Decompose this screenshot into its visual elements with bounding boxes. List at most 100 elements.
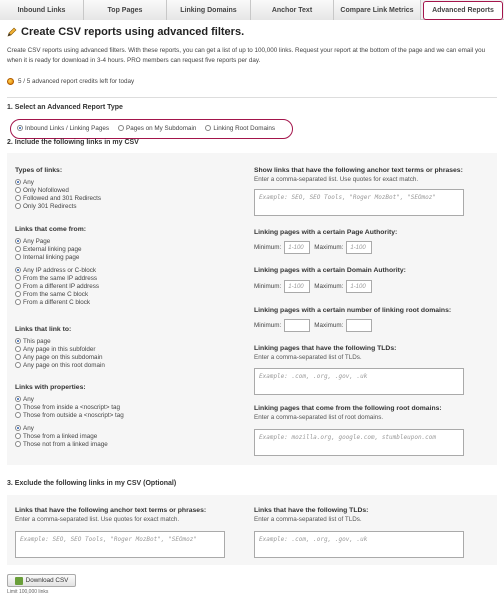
radio-icon[interactable]	[118, 125, 125, 132]
filter-title: Links that have the following TLDs:	[254, 507, 369, 514]
radio-icon[interactable]	[15, 187, 21, 194]
download-csv-button[interactable]: Download CSV	[7, 574, 76, 587]
option-internal[interactable]: Internal linking page	[15, 254, 225, 262]
radio-icon[interactable]	[15, 404, 21, 411]
radio-icon[interactable]	[15, 203, 21, 210]
da-max-input[interactable]: 1-100	[346, 280, 373, 293]
option-same-ip[interactable]: From the same IP address	[15, 275, 225, 283]
anchor-text-input[interactable]: Example: SEO, SEO Tools, "Roger MozBot",…	[254, 189, 464, 216]
links-to-group: Links that link to: This page Any page i…	[15, 326, 225, 370]
radio-icon[interactable]	[15, 346, 21, 353]
option-any[interactable]: Any	[15, 179, 225, 187]
option-external[interactable]: External linking page	[15, 246, 225, 254]
filter-hint: Enter a comma-separated list of TLDs.	[254, 516, 362, 523]
radio-icon[interactable]	[15, 179, 21, 186]
radio-icon[interactable]	[15, 267, 21, 274]
radio-icon[interactable]	[15, 338, 21, 345]
radio-icon[interactable]	[15, 299, 21, 306]
radio-icon[interactable]	[15, 238, 21, 245]
radio-icon[interactable]	[15, 246, 21, 253]
domain-authority-filter: Linking pages with a certain Domain Auth…	[254, 267, 469, 274]
option-subfolder[interactable]: Any page in this subfolder	[15, 346, 225, 354]
tlds-filter: Linking pages that have the following TL…	[254, 345, 469, 361]
option-only-301[interactable]: Only 301 Redirects	[15, 203, 225, 211]
page-title: Create CSV reports using advanced filter…	[7, 26, 497, 38]
option-different-cblock[interactable]: From a different C block	[15, 299, 225, 307]
radio-icon[interactable]	[15, 362, 21, 369]
tlds-input[interactable]: Example: .com, .org, .gov, .uk	[254, 368, 464, 395]
filter-hint: Enter a comma-separated list of TLDs.	[254, 354, 362, 361]
tab-anchor-text[interactable]: Anchor Text	[251, 0, 334, 20]
filter-hint: Enter a comma-separated list of root dom…	[254, 414, 384, 421]
option-same-cblock[interactable]: From the same C block	[15, 291, 225, 299]
divider	[7, 97, 497, 98]
tab-advanced-reports[interactable]: Advanced Reports	[423, 1, 503, 20]
section-2-title: 2. Include the following links in my CSV	[7, 139, 139, 146]
filter-title: Linking pages with a certain Domain Auth…	[254, 267, 406, 274]
group-title: Links that link to:	[15, 326, 72, 333]
radio-icon[interactable]	[205, 125, 212, 132]
filter-title: Linking pages with a certain number of l…	[254, 307, 452, 314]
filter-hint: Enter a comma-separated list. Use quotes…	[15, 516, 180, 523]
root-domains-input[interactable]: Example: mozilla.org, google.com, stumbl…	[254, 429, 464, 456]
option-only-nofollowed[interactable]: Only Nofollowed	[15, 187, 225, 195]
option-different-ip[interactable]: From a different IP address	[15, 283, 225, 291]
exclude-tlds-input[interactable]: Example: .com, .org, .gov, .uk	[254, 531, 464, 558]
radio-icon[interactable]	[15, 354, 21, 361]
download-csv-label: Download CSV	[25, 577, 69, 584]
links-properties-group: Links with properties: Any Those from in…	[15, 384, 225, 449]
exclude-tlds-filter: Links that have the following TLDs: Ente…	[254, 507, 469, 523]
tab-top-pages[interactable]: Top Pages	[84, 0, 167, 20]
radio-icon[interactable]	[15, 396, 21, 403]
section-3-title: 3. Exclude the following links in my CSV…	[7, 480, 177, 487]
report-type-subdomain-pages[interactable]: Pages on My Subdomain	[118, 125, 196, 133]
exclude-anchor-input[interactable]: Example: SEO, SEO Tools, "Roger MozBot",…	[15, 531, 225, 558]
option-any-noscript[interactable]: Any	[15, 396, 225, 404]
lrd-min-input[interactable]	[284, 319, 311, 332]
da-min-input[interactable]: 1-100	[284, 280, 311, 293]
radio-icon[interactable]	[17, 125, 23, 132]
radio-icon[interactable]	[15, 283, 21, 290]
domain-authority-range: Minimum: 1-100 Maximum: 1-100	[254, 280, 376, 293]
report-type-options: Inbound Links / Linking Pages Pages on M…	[10, 119, 293, 139]
option-any-page[interactable]: Any Page	[15, 238, 225, 246]
option-this-page[interactable]: This page	[15, 338, 225, 346]
radio-icon[interactable]	[15, 441, 21, 448]
option-root-domain[interactable]: Any page on this root domain	[15, 362, 225, 370]
radio-icon[interactable]	[15, 291, 21, 298]
pa-max-input[interactable]: 1-100	[346, 241, 373, 254]
tab-linking-domains[interactable]: Linking Domains	[167, 0, 251, 20]
option-not-linked-image[interactable]: Those not from a linked image	[15, 441, 225, 449]
radio-icon[interactable]	[15, 425, 21, 432]
group-title: Links that come from:	[15, 226, 86, 233]
report-type-linking-root-domains[interactable]: Linking Root Domains	[205, 125, 275, 133]
radio-icon[interactable]	[15, 195, 21, 202]
option-outside-noscript[interactable]: Those from outside a <noscript> tag	[15, 412, 225, 420]
exclude-anchor-filter: Links that have the following anchor tex…	[15, 507, 240, 523]
pa-min-input[interactable]: 1-100	[284, 241, 311, 254]
radio-icon[interactable]	[15, 412, 21, 419]
option-any-ip[interactable]: Any IP address or C-block	[15, 267, 225, 275]
coin-icon	[7, 78, 14, 85]
radio-icon[interactable]	[15, 433, 21, 440]
radio-icon[interactable]	[15, 275, 21, 282]
option-any-image[interactable]: Any	[15, 425, 225, 433]
anchor-text-filter: Show links that have the following ancho…	[254, 167, 469, 183]
report-type-inbound-links[interactable]: Inbound Links / Linking Pages	[17, 125, 109, 133]
filter-hint: Enter a comma-separated list. Use quotes…	[254, 176, 419, 183]
option-linked-image[interactable]: Those from a linked image	[15, 433, 225, 441]
option-followed-301[interactable]: Followed and 301 Redirects	[15, 195, 225, 203]
option-subdomain[interactable]: Any page on this subdomain	[15, 354, 225, 362]
tab-compare-link-metrics[interactable]: Compare Link Metrics	[334, 0, 421, 20]
section-1-title: 1. Select an Advanced Report Type	[7, 104, 123, 111]
group-title: Types of links:	[15, 167, 63, 174]
filter-title: Links that have the following anchor tex…	[15, 507, 207, 514]
page-title-text: Create CSV reports using advanced filter…	[21, 26, 245, 38]
filter-title: Linking pages that have the following TL…	[254, 345, 397, 352]
lrd-max-input[interactable]	[346, 319, 373, 332]
linking-root-domains-filter: Linking pages with a certain number of l…	[254, 307, 469, 314]
page-authority-filter: Linking pages with a certain Page Author…	[254, 229, 469, 236]
tab-inbound-links[interactable]: Inbound Links	[0, 0, 84, 20]
option-inside-noscript[interactable]: Those from inside a <noscript> tag	[15, 404, 225, 412]
radio-icon[interactable]	[15, 254, 21, 261]
